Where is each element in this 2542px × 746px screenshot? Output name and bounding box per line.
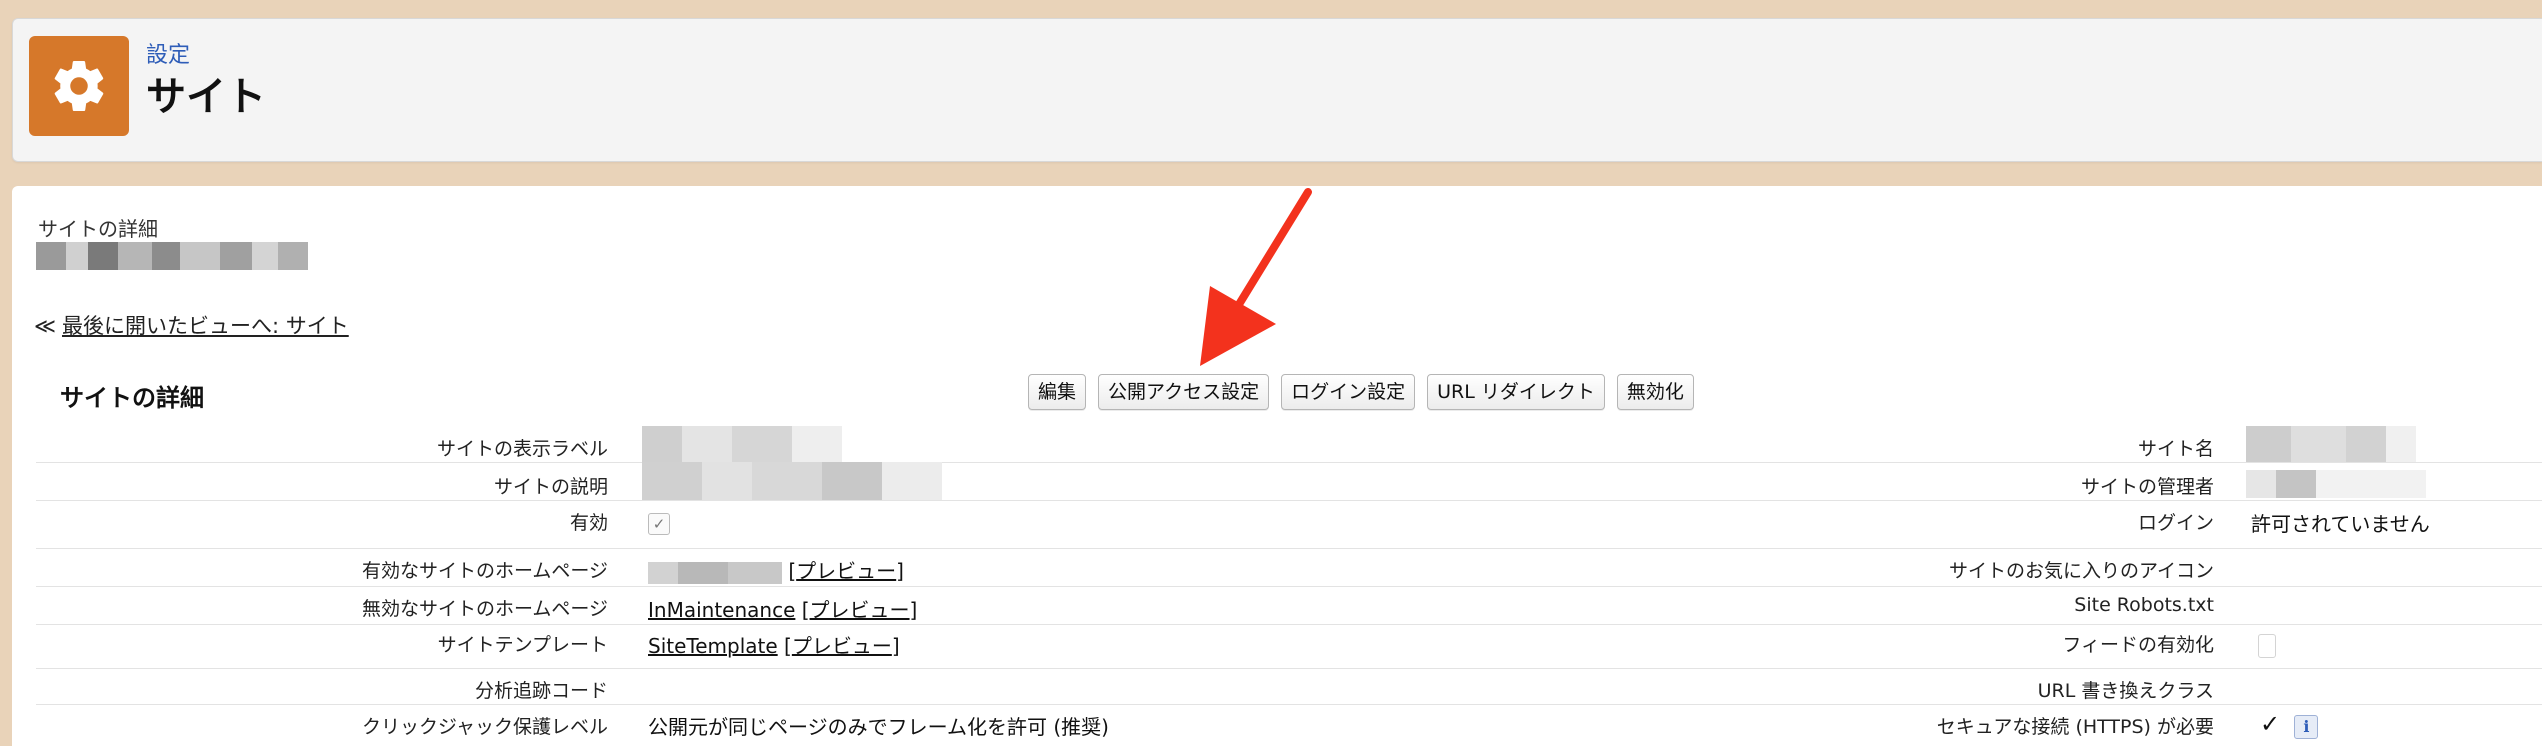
back-to-list: ≪ 最後に開いたビューへ: サイト bbox=[34, 310, 349, 340]
row-template: サイトテンプレート SiteTemplate [プレビュー] フィードの有効化 bbox=[36, 624, 2542, 669]
active-checkbox: ✓ bbox=[648, 513, 670, 535]
blurred-active-home-value bbox=[648, 561, 782, 584]
row-active: 有効 ✓ ログイン 許可されていません bbox=[36, 500, 2542, 549]
favicon-label: サイトのお気に入りのアイコン bbox=[1948, 560, 2214, 582]
deactivate-button[interactable]: 無効化 bbox=[1616, 374, 1694, 410]
site-label-label: サイトの表示ラベル bbox=[436, 438, 608, 460]
row-inactive-home: 無効なサイトのホームページ InMaintenance [プレビュー] Site… bbox=[36, 586, 2542, 625]
active-label: 有効 bbox=[569, 512, 608, 534]
template-label: サイトテンプレート bbox=[437, 634, 608, 656]
inactive-home-page-link[interactable]: InMaintenance bbox=[648, 598, 795, 622]
template-preview-link[interactable]: プレビュー bbox=[792, 634, 892, 658]
active-home-label: 有効なサイトのホームページ bbox=[361, 560, 608, 582]
edit-button[interactable]: 編集 bbox=[1028, 374, 1087, 410]
https-label: セキュアな接続 (HTTPS) が必要 bbox=[1936, 716, 2214, 738]
https-checkmark-icon: ✓ bbox=[2260, 710, 2281, 738]
login-label: ログイン bbox=[2137, 512, 2214, 534]
site-name-label: サイト名 bbox=[2137, 438, 2214, 460]
page-title: サイト bbox=[146, 74, 266, 120]
blurred-site-name-value bbox=[2246, 426, 2416, 462]
site-desc-label: サイトの説明 bbox=[493, 476, 608, 498]
row-site-desc: サイトの説明 サイトの管理者 bbox=[36, 462, 2542, 501]
analytics-label: 分析追跡コード bbox=[474, 680, 608, 702]
site-admin-label: サイトの管理者 bbox=[2080, 476, 2214, 498]
red-arrow-icon bbox=[1200, 188, 1312, 366]
gear-icon bbox=[29, 36, 129, 136]
active-home-preview-link[interactable]: プレビュー bbox=[796, 559, 896, 583]
blurred-site-desc-value bbox=[642, 462, 942, 500]
row-site-label: サイトの表示ラベル サイト名 bbox=[36, 426, 2542, 463]
template-page-link[interactable]: SiteTemplate bbox=[648, 634, 778, 658]
inactive-home-preview-link[interactable]: プレビュー bbox=[810, 598, 910, 622]
inactive-home-label: 無効なサイトのホームページ bbox=[361, 598, 608, 620]
detail-heading-label: サイトの詳細 bbox=[38, 217, 158, 241]
feeds-label: フィードの有効化 bbox=[2062, 634, 2214, 656]
back-to-list-link[interactable]: 最後に開いたビューへ: サイト bbox=[62, 314, 349, 338]
row-clickjack: クリックジャック保護レベル 公開元が同じページのみでフレーム化を許可 (推奨) … bbox=[36, 704, 2542, 744]
row-analytics: 分析追跡コード URL 書き換えクラス bbox=[36, 668, 2542, 705]
url-redirect-button[interactable]: URL リダイレクト bbox=[1427, 374, 1605, 410]
blurred-site-admin-value bbox=[2246, 470, 2426, 498]
blurred-site-label-value bbox=[642, 426, 842, 462]
feeds-checkbox bbox=[2258, 634, 2276, 658]
login-value: 許可されていません bbox=[2251, 512, 2430, 536]
section-title: サイトの詳細 bbox=[60, 384, 204, 412]
page-header: 設定 サイト bbox=[12, 18, 2542, 162]
url-rewrite-label: URL 書き換えクラス bbox=[2037, 680, 2214, 702]
blurred-site-title bbox=[36, 242, 308, 270]
row-active-home: 有効なサイトのホームページ [プレビュー] サイトのお気に入りのアイコン bbox=[36, 548, 2542, 587]
clickjack-label: クリックジャック保護レベル bbox=[361, 716, 608, 738]
button-row: 編集 公開アクセス設定 ログイン設定 URL リダイレクト 無効化 bbox=[1028, 374, 1694, 410]
robots-label: Site Robots.txt bbox=[2074, 594, 2214, 616]
info-icon[interactable]: i bbox=[2294, 715, 2319, 739]
double-chevron-left-icon: ≪ bbox=[34, 314, 56, 338]
